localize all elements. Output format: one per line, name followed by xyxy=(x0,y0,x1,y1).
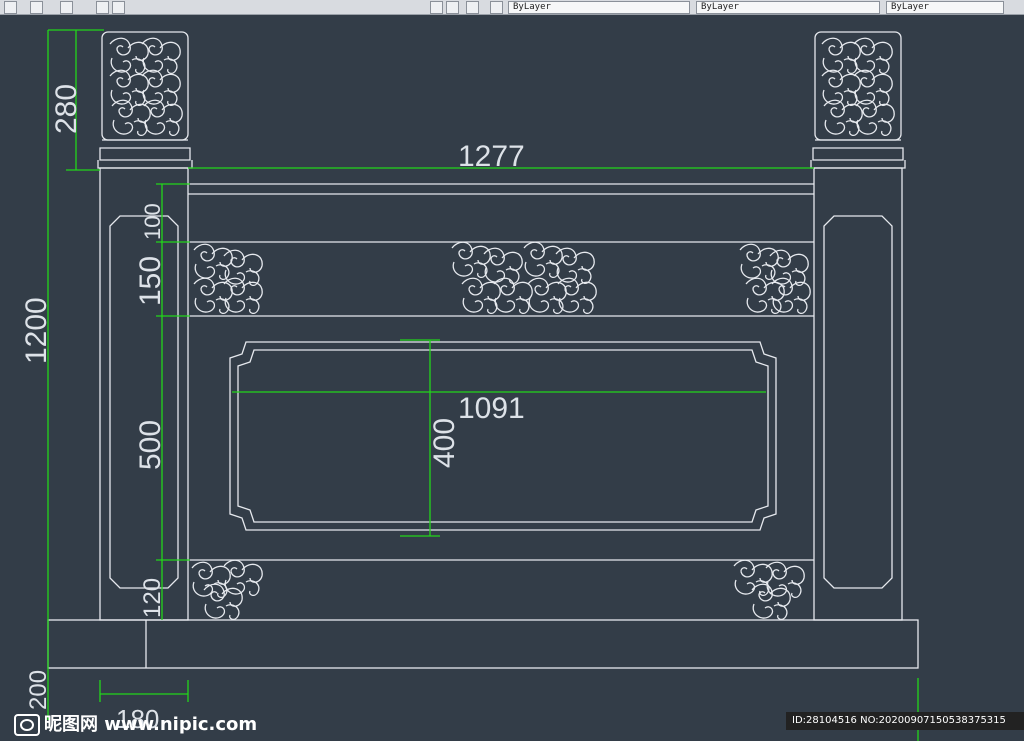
toolbar-button-7[interactable] xyxy=(446,1,459,14)
cad-drawing-canvas[interactable]: 1200 280 1277 150 100 500 120 200 180 10… xyxy=(0,14,1024,741)
dim-total-height: 1200 xyxy=(20,297,53,364)
lineweight-select[interactable]: ByLayer xyxy=(886,1,1004,14)
toolbar-button-2[interactable] xyxy=(30,1,43,14)
nipic-logo-icon xyxy=(14,714,40,736)
bottom-carvings xyxy=(191,559,805,621)
dim-panel-height: 500 xyxy=(134,420,167,470)
toolbar-button-4[interactable] xyxy=(96,1,109,14)
railing-base xyxy=(47,619,919,669)
toolbar-button-1[interactable] xyxy=(4,1,17,14)
left-post-cap xyxy=(97,31,193,169)
dim-top-rail: 150 xyxy=(134,256,167,306)
right-post-cap xyxy=(810,31,906,169)
dim-bottom-rail: 120 xyxy=(139,578,166,618)
toolbar-button-8[interactable] xyxy=(466,1,479,14)
dim-base-height: 200 xyxy=(25,670,52,710)
dim-overall-width: 1277 xyxy=(458,140,525,173)
dim-post-cap: 280 xyxy=(50,84,83,134)
watermark-text: 昵图网 www.nipic.com xyxy=(44,714,258,735)
watermark-site: 昵图网 www.nipic.com xyxy=(14,710,257,736)
toolbar-button-5[interactable] xyxy=(112,1,125,14)
linetype-select[interactable]: ByLayer xyxy=(696,1,880,14)
image-id-bar: ID:28104516 NO:20200907150538375315 xyxy=(786,712,1024,730)
dim-center-panel-width: 1091 xyxy=(458,392,525,425)
cad-toolbar: ByLayer ByLayer ByLayer xyxy=(0,0,1024,15)
cloud-frieze xyxy=(193,241,811,315)
toolbar-button-9[interactable] xyxy=(490,1,503,14)
dim-center-panel-height: 400 xyxy=(428,418,461,468)
center-panel xyxy=(229,341,777,531)
dim-rail-gap: 100 xyxy=(140,203,165,240)
railing-rails xyxy=(188,183,814,561)
right-post-body xyxy=(813,167,903,621)
toolbar-button-3[interactable] xyxy=(60,1,73,14)
toolbar-button-6[interactable] xyxy=(430,1,443,14)
dimension-labels: 1200 280 1277 150 100 500 120 200 180 10… xyxy=(20,84,525,734)
layer-color-select[interactable]: ByLayer xyxy=(508,1,690,14)
